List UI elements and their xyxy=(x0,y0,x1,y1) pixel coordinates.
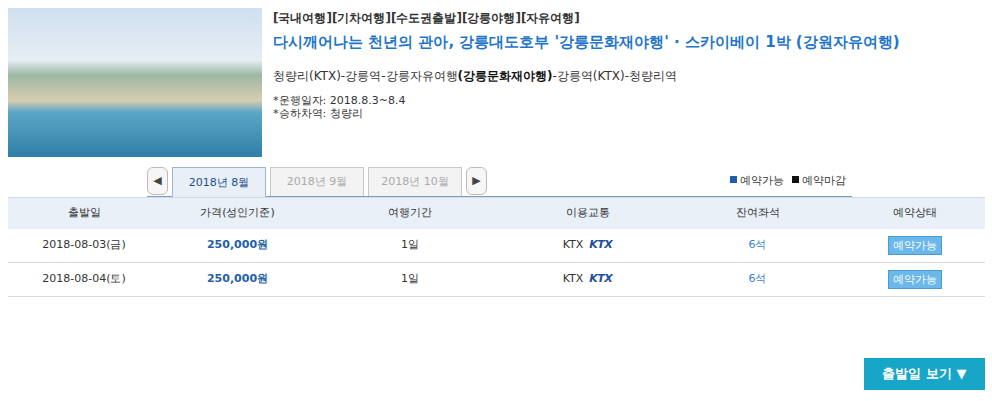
price: 250,000원 xyxy=(207,272,268,285)
reserve-button[interactable]: 예약가능 xyxy=(888,270,942,289)
date-cell: 2018-08-03(금) xyxy=(8,229,160,263)
table-row: 2018-08-04(토) 250,000원 1일 KTX KTX 6석 예약가능 xyxy=(8,263,985,297)
product-info: [국내여행][기차여행][수도권출발][강릉야행][자유여행] 다시깨어나는 천년… xyxy=(262,8,900,157)
seats: 6석 xyxy=(749,272,767,285)
ktx-logo-icon: KTX xyxy=(589,272,612,285)
month-tabs: ◀2018년 8월2018년 9월2018년 10월▶ 예약가능 예약마감 xyxy=(147,167,852,197)
detail-line: *승하차역: 청량리 xyxy=(273,107,900,120)
month-tab[interactable]: 2018년 8월 xyxy=(172,167,266,197)
prev-month-button[interactable]: ◀ xyxy=(147,167,168,195)
transport: KTX xyxy=(563,272,584,285)
product-title[interactable]: 다시깨어나는 천년의 관아, 강릉대도호부 '강릉문화재야행' · 스카이베이 … xyxy=(273,32,900,52)
table-header: 출발일가격(성인기준)여행기간이용교통잔여좌석예약상태 xyxy=(8,198,985,229)
legend-label: 예약마감 xyxy=(802,174,846,187)
product-route: 청량리(KTX)-강릉역-강릉자유여행(강릉문화재야행)-강릉역(KTX)-청량… xyxy=(273,68,900,84)
price: 250,000원 xyxy=(207,238,268,251)
legend-item: 예약마감 xyxy=(792,173,846,190)
dropdown-arrow-icon: ▼ xyxy=(957,366,967,381)
product-details: *운행일자: 2018.8.3~8.4*승하차역: 청량리 xyxy=(273,94,900,120)
date-cell: 2018-08-04(토) xyxy=(8,263,160,297)
month-tab[interactable]: 2018년 10월 xyxy=(368,167,462,196)
departure-table: 출발일가격(성인기준)여행기간이용교통잔여좌석예약상태2018-08-03(금)… xyxy=(8,197,985,297)
transport: KTX xyxy=(563,238,584,251)
next-month-button[interactable]: ▶ xyxy=(466,167,487,195)
legend: 예약가능 예약마감 xyxy=(730,173,852,190)
seats-cell: 6석 xyxy=(670,229,845,263)
column-header: 예약상태 xyxy=(845,198,985,229)
more-row: 출발일 보기 ▼ xyxy=(8,358,985,390)
price-cell: 250,000원 xyxy=(160,263,315,297)
column-header: 가격(성인기준) xyxy=(160,198,315,229)
column-header: 여행기간 xyxy=(315,198,505,229)
duration-cell: 1일 xyxy=(315,263,505,297)
duration-cell: 1일 xyxy=(315,229,505,263)
month-tab[interactable]: 2018년 9월 xyxy=(270,167,364,196)
status-cell: 예약가능 xyxy=(845,263,985,297)
show-departures-button[interactable]: 출발일 보기 ▼ xyxy=(864,358,985,390)
route-part: 청량리(KTX)-강릉역-강릉자유여행 xyxy=(273,69,458,83)
ktx-logo-icon: KTX xyxy=(589,238,612,251)
route-part: (강릉문화재야행) xyxy=(458,69,553,83)
legend-item: 예약가능 xyxy=(730,173,784,190)
legend-square-icon xyxy=(730,176,737,183)
seats: 6석 xyxy=(749,238,767,251)
status-cell: 예약가능 xyxy=(845,229,985,263)
price-cell: 250,000원 xyxy=(160,229,315,263)
legend-square-icon xyxy=(792,176,799,183)
product-header: [국내여행][기차여행][수도권출발][강릉야행][자유여행] 다시깨어나는 천년… xyxy=(8,8,985,157)
product-photo xyxy=(8,8,262,157)
transport-cell: KTX KTX xyxy=(505,263,670,297)
product-categories: [국내여행][기차여행][수도권출발][강릉야행][자유여행] xyxy=(273,10,900,26)
header-row: 출발일가격(성인기준)여행기간이용교통잔여좌석예약상태 xyxy=(8,198,985,229)
detail-line: *운행일자: 2018.8.3~8.4 xyxy=(273,94,900,107)
table-body: 2018-08-03(금)250,000원1일KTXKTX6석예약가능2018-… xyxy=(8,229,985,297)
column-header: 잔여좌석 xyxy=(670,198,845,229)
column-header: 출발일 xyxy=(8,198,160,229)
button-label: 출발일 보기 xyxy=(882,366,952,381)
column-header: 이용교통 xyxy=(505,198,670,229)
page: [국내여행][기차여행][수도권출발][강릉야행][자유여행] 다시깨어나는 천년… xyxy=(0,0,992,390)
seats-cell: 6석 xyxy=(670,263,845,297)
reserve-button[interactable]: 예약가능 xyxy=(888,236,942,255)
table-row: 2018-08-03(금) 250,000원 1일 KTX KTX 6석 예약가능 xyxy=(8,229,985,263)
transport-cell: KTX KTX xyxy=(505,229,670,263)
legend-label: 예약가능 xyxy=(740,174,784,187)
route-part: -강릉역(KTX)-청량리역 xyxy=(552,69,677,83)
